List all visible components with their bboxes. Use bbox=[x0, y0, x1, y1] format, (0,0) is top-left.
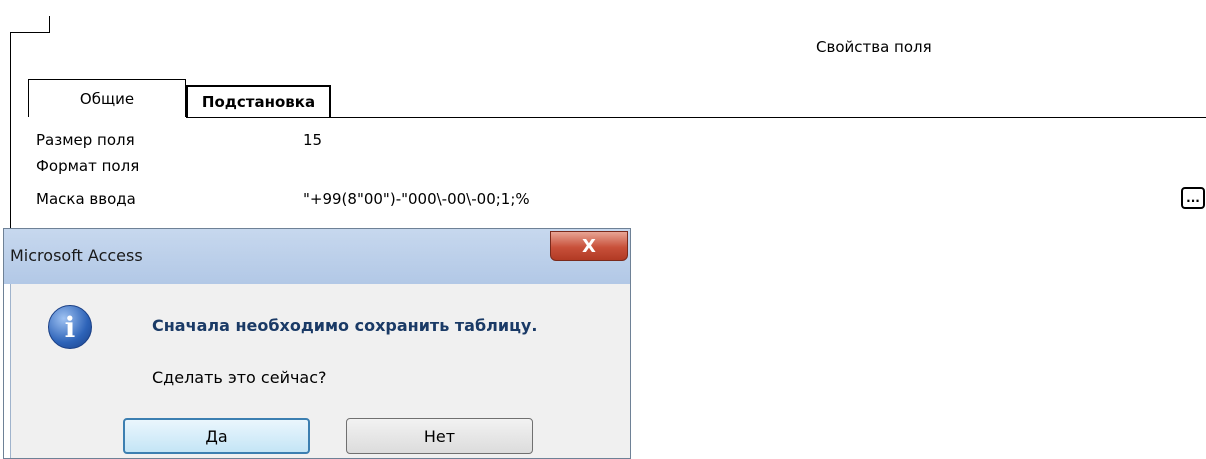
property-value-input-mask[interactable]: "+99(8"00")-"000\-00\-00;1;% bbox=[303, 190, 530, 208]
panel-corner-tick bbox=[49, 16, 50, 33]
property-label-format: Формат поля bbox=[36, 157, 140, 175]
message-dialog: Microsoft Access X bbox=[3, 228, 631, 459]
dialog-question: Сделать это сейчас? bbox=[152, 368, 327, 387]
property-label-field-size: Размер поля bbox=[36, 131, 135, 149]
no-button[interactable]: Нет bbox=[346, 418, 533, 454]
panel-corner-line bbox=[10, 32, 50, 33]
info-icon: i bbox=[48, 305, 92, 349]
close-icon: X bbox=[582, 235, 596, 257]
panel-left-border bbox=[10, 32, 11, 232]
yes-button[interactable]: Да bbox=[123, 418, 310, 454]
dialog-message: Сначала необходимо сохранить таблицу. bbox=[152, 316, 538, 335]
property-value-field-size[interactable]: 15 bbox=[303, 131, 322, 149]
dialog-titlebar[interactable]: Microsoft Access X bbox=[4, 229, 630, 284]
property-label-input-mask: Маска ввода bbox=[36, 190, 136, 208]
dialog-title: Microsoft Access bbox=[10, 246, 143, 265]
tab-divider bbox=[186, 117, 1206, 118]
close-button[interactable]: X bbox=[550, 231, 628, 261]
tab-general[interactable]: Общие bbox=[28, 79, 186, 117]
builder-button[interactable]: ... bbox=[1181, 187, 1205, 209]
field-properties-title: Свойства поля bbox=[816, 38, 932, 56]
tab-lookup[interactable]: Подстановка bbox=[186, 85, 331, 117]
